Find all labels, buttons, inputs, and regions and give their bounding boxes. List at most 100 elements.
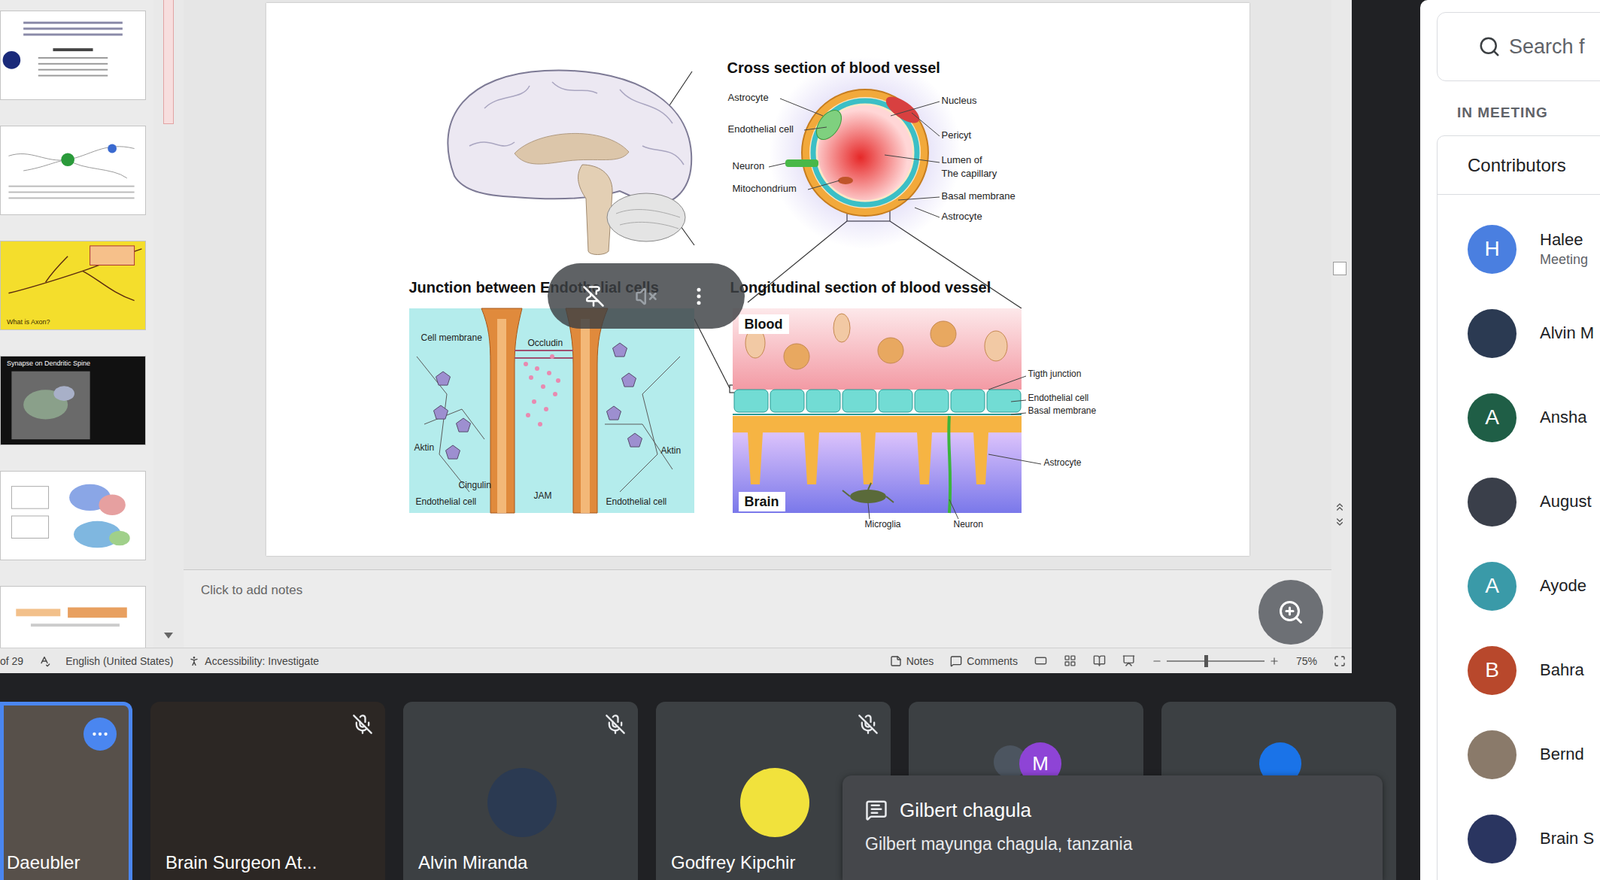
accessibility-status[interactable]: Accessibility: Investigate bbox=[188, 655, 319, 668]
person-name: Halee bbox=[1539, 230, 1588, 250]
mic-off-icon bbox=[857, 713, 879, 735]
diagram-label: Astrocyte bbox=[728, 91, 769, 104]
person-row[interactable]: AAyode bbox=[1437, 543, 1600, 629]
previous-slide-icon[interactable] bbox=[1333, 500, 1346, 514]
fit-slide-icon[interactable] bbox=[1333, 655, 1346, 668]
slide-thumbnail[interactable] bbox=[0, 470, 146, 561]
person-text: August bbox=[1539, 491, 1592, 512]
slide-thumbnail[interactable] bbox=[0, 585, 146, 648]
diagram-label: Neuron bbox=[732, 160, 766, 173]
person-row[interactable]: Brain S bbox=[1437, 796, 1600, 880]
person-row[interactable]: Bernd bbox=[1437, 712, 1600, 797]
chat-notification-header: Gilbert chagula bbox=[865, 798, 1361, 823]
person-text: Ansha bbox=[1539, 407, 1587, 428]
region-label: Blood bbox=[738, 314, 790, 334]
people-search[interactable]: Search f bbox=[1436, 12, 1600, 82]
diagram-label: Cell membrane bbox=[421, 332, 483, 344]
person-photo bbox=[1467, 309, 1517, 359]
comments-button[interactable]: Comments bbox=[950, 655, 1018, 668]
page-arrows bbox=[1333, 500, 1346, 529]
thumbnail-scrollbar[interactable] bbox=[153, 0, 184, 648]
slide[interactable]: Cross section of blood vessel Astrocyte En… bbox=[266, 3, 1250, 556]
zoom-percent[interactable]: 75% bbox=[1296, 655, 1318, 668]
cross-section-drawing bbox=[768, 56, 962, 249]
diagram-title: Cross section of blood vessel bbox=[727, 58, 941, 77]
person-row[interactable]: HHaleeMeeting bbox=[1437, 206, 1600, 292]
diagram-label: Basal membrane bbox=[941, 190, 1016, 203]
next-slide-icon[interactable] bbox=[1333, 516, 1346, 529]
brain-drawing bbox=[447, 70, 692, 256]
zoom-slider[interactable] bbox=[1151, 655, 1280, 667]
person-row[interactable]: AAnsha bbox=[1437, 375, 1600, 460]
person-row[interactable]: Alvin M bbox=[1437, 291, 1600, 376]
unpin-icon[interactable] bbox=[582, 285, 605, 308]
person-photo bbox=[1467, 814, 1517, 864]
accessibility-icon bbox=[188, 655, 201, 668]
slide-thumbnail[interactable]: What is Axon? bbox=[0, 240, 146, 331]
diagram-label: Endothelial cell bbox=[728, 123, 794, 136]
diagram-label: Endothelial cell bbox=[1028, 392, 1090, 404]
more-options-icon[interactable] bbox=[687, 285, 711, 308]
slide-thumbnail[interactable] bbox=[0, 10, 146, 101]
person-row[interactable]: August bbox=[1437, 459, 1600, 544]
junction-drawing bbox=[409, 308, 695, 514]
slideshow-icon[interactable] bbox=[1122, 654, 1136, 668]
contributors-group: ContributorsHHaleeMeetingAlvin MAAnshaAu… bbox=[1436, 135, 1600, 880]
diagram-label: Basal membrane bbox=[1028, 405, 1097, 417]
notes-pane[interactable]: Click to add notes bbox=[183, 569, 1332, 648]
person-text: Alvin M bbox=[1539, 323, 1594, 344]
main-column: What is Axon? Synapse on Dendritic Spine C… bbox=[0, 0, 1421, 880]
scroll-thumb[interactable] bbox=[163, 0, 174, 125]
notes-icon bbox=[889, 655, 902, 668]
editing-area: Cross section of blood vessel Astrocyte En… bbox=[183, 0, 1332, 648]
person-photo bbox=[1467, 477, 1517, 527]
scroll-handle[interactable] bbox=[1332, 261, 1347, 276]
longitudinal-drawing bbox=[732, 308, 1042, 520]
zoom-button[interactable] bbox=[1258, 579, 1324, 645]
brain-slide-art bbox=[0, 471, 146, 560]
group-header[interactable]: Contributors bbox=[1437, 136, 1600, 195]
chat-icon bbox=[865, 798, 888, 822]
zoom-track[interactable] bbox=[1166, 660, 1265, 662]
diagram-label: Pericyt bbox=[941, 129, 972, 142]
presentation-controls bbox=[547, 263, 745, 329]
spell-check-icon[interactable] bbox=[38, 655, 51, 668]
participant-tile[interactable]: Alvin Miranda bbox=[403, 701, 638, 880]
diagram-label: Neuron bbox=[953, 519, 984, 531]
slide-area: Cross section of blood vessel Astrocyte En… bbox=[183, 0, 1332, 570]
reading-view-icon[interactable] bbox=[1092, 654, 1106, 668]
sorter-view-icon[interactable] bbox=[1063, 654, 1077, 668]
vertical-scrollbar[interactable] bbox=[1331, 0, 1349, 648]
language[interactable]: English (United States) bbox=[65, 655, 174, 668]
tile-options-button[interactable] bbox=[83, 717, 117, 751]
search-placeholder: Search f bbox=[1508, 33, 1585, 60]
person-name: August bbox=[1539, 491, 1592, 512]
zoom-knob[interactable] bbox=[1204, 655, 1209, 668]
participant-avatar bbox=[487, 768, 557, 838]
person-name: Bahra bbox=[1539, 660, 1585, 681]
diagram-label: Mitochondrium bbox=[732, 182, 797, 195]
person-avatar: H bbox=[1467, 224, 1517, 274]
chat-notification[interactable]: Gilbert chagulaGilbert mayunga chagula, … bbox=[842, 775, 1383, 880]
person-text: Bahra bbox=[1539, 660, 1585, 681]
person-avatar: B bbox=[1467, 646, 1517, 696]
person-text: Bernd bbox=[1539, 744, 1585, 765]
diagram-label: Astrocyte bbox=[941, 210, 983, 223]
zoom-in-icon[interactable] bbox=[1269, 655, 1280, 667]
participant-tile[interactable]: Daeubler bbox=[0, 701, 133, 880]
diagram-label: Occludin bbox=[528, 337, 564, 350]
slide-thumbnail[interactable]: Synapse on Dendritic Spine bbox=[0, 355, 146, 446]
meeting-window: What is Axon? Synapse on Dendritic Spine C… bbox=[0, 0, 1600, 880]
slide-thumbnail[interactable] bbox=[0, 125, 146, 216]
person-row[interactable]: B Bahra bbox=[1437, 628, 1600, 713]
zoom-out-icon[interactable] bbox=[1151, 655, 1163, 667]
normal-view-icon[interactable] bbox=[1034, 654, 1048, 668]
participant-tile[interactable]: Brain Surgeon At... bbox=[150, 701, 386, 880]
mic-off-icon bbox=[352, 713, 374, 735]
mute-audio-icon[interactable] bbox=[634, 285, 658, 308]
scroll-down-icon[interactable] bbox=[163, 632, 174, 639]
notes-button[interactable]: Notes bbox=[889, 655, 935, 668]
diagram-label: Endothelial cell bbox=[606, 496, 668, 508]
comments-icon bbox=[950, 655, 963, 668]
participant-name: Brain Surgeon At... bbox=[165, 851, 374, 875]
